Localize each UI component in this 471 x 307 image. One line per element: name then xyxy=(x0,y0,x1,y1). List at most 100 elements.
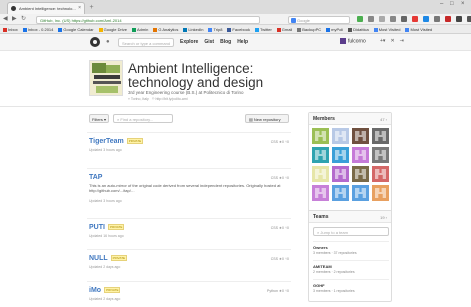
bookmark-item[interactable]: Trip8 xyxy=(208,27,222,32)
bookmark-icon xyxy=(348,27,353,32)
members-count[interactable]: 47 › xyxy=(380,117,387,122)
repo-name[interactable]: iMo PRIVATE xyxy=(89,287,121,294)
member-avatar[interactable] xyxy=(312,128,329,144)
member-avatar[interactable] xyxy=(332,185,349,201)
member-avatar[interactable] xyxy=(372,128,389,144)
browser-tab[interactable]: Ambient Intelligence: technolo... × xyxy=(7,2,85,14)
google-icon xyxy=(291,18,296,23)
repo-name[interactable]: TigerTeam PRIVATE xyxy=(89,138,144,145)
repo-icon[interactable]: ● xyxy=(106,39,110,45)
reload-icon[interactable]: ↻ xyxy=(21,15,26,24)
repo-updated: Updated 2 days ago xyxy=(89,297,121,301)
bookmark-star-icon[interactable] xyxy=(368,16,374,22)
reading-list-icon[interactable] xyxy=(379,16,385,22)
repo-item: TigerTeam PRIVATE CSS ★0 ⑂0 Updated 3 hou… xyxy=(87,132,291,156)
bookmark-item[interactable]: Most Visited xyxy=(405,27,432,32)
member-avatar[interactable] xyxy=(352,185,369,201)
team-item[interactable]: AMITEAM 2 members · 2 repositories xyxy=(313,260,389,274)
repo-item: PUTI PRIVATE CSS ★0 ⑂0 Updated 16 hours a… xyxy=(87,218,291,242)
private-badge: PRIVATE xyxy=(104,287,121,294)
member-avatar[interactable] xyxy=(352,166,369,182)
home-icon[interactable] xyxy=(401,16,407,22)
toolbar-icons xyxy=(357,16,471,22)
member-grid xyxy=(312,128,390,201)
member-avatar[interactable] xyxy=(372,185,389,201)
menu-icon[interactable] xyxy=(456,16,462,22)
member-avatar[interactable] xyxy=(352,128,369,144)
bookmark-item[interactable]: myPoli xyxy=(326,27,343,32)
back-icon[interactable]: ◀ xyxy=(3,15,8,24)
org-url[interactable]: http://bit.ly/polito-ami xyxy=(155,97,187,101)
bookmark-icon xyxy=(227,27,232,32)
member-avatar[interactable] xyxy=(372,166,389,182)
filters-button[interactable]: Filters ▾ xyxy=(89,114,109,123)
bookmark-item[interactable]: Admin xyxy=(131,27,148,32)
bookmark-item[interactable]: Inbox - 0.2014 xyxy=(22,27,53,32)
repo-name[interactable]: PUTI PRIVATE xyxy=(89,224,125,231)
bookmark-item[interactable]: Gmail xyxy=(276,27,292,32)
nav-help[interactable]: Help xyxy=(237,39,248,45)
nav-gist[interactable]: Gist xyxy=(204,39,214,45)
bookmark-item[interactable]: Facebook xyxy=(227,27,250,32)
repo-updated: Updated 2 days ago xyxy=(89,265,121,269)
member-avatar[interactable] xyxy=(312,185,329,201)
new-tab-button[interactable]: + xyxy=(87,3,96,12)
repo-item: iMo PRIVATE Python ★0 ⑂0 Updated 2 days a… xyxy=(87,281,291,305)
repo-stats: CSS ★0 ⑂0 xyxy=(270,226,289,230)
member-avatar[interactable] xyxy=(372,147,389,163)
member-avatar[interactable] xyxy=(352,147,369,163)
bookmark-item[interactable]: Twitter xyxy=(255,27,272,32)
teams-count[interactable]: 19 › xyxy=(380,215,387,220)
url-field[interactable]: GitHub, Inc. (US) https://github.com/AmI… xyxy=(36,16,260,24)
github-header: ● Search or type a command Explore Gist … xyxy=(0,34,471,51)
github-search-input[interactable]: Search or type a command xyxy=(118,38,174,47)
bookmark-item[interactable]: Google Drive xyxy=(98,27,127,32)
minimize-icon[interactable]: – xyxy=(440,1,443,7)
team-item[interactable]: Owners 3 members · 37 repositories xyxy=(313,241,389,255)
github-favicon-icon xyxy=(11,6,16,11)
menu-icon[interactable] xyxy=(434,16,440,22)
member-avatar[interactable] xyxy=(312,147,329,163)
downloads-icon[interactable] xyxy=(390,16,396,22)
nav-blog[interactable]: Blog xyxy=(220,39,231,45)
github-logo-icon[interactable] xyxy=(90,37,100,47)
addon-icon[interactable] xyxy=(412,16,418,22)
addon-icon[interactable] xyxy=(445,16,451,22)
bookmark-item[interactable]: G Analytics xyxy=(153,27,178,32)
bookmark-item[interactable]: Google Calendar xyxy=(58,27,94,32)
nav-explore[interactable]: Explore xyxy=(180,39,198,45)
bookmark-item[interactable]: BackupPC xyxy=(297,27,321,32)
member-avatar[interactable] xyxy=(332,147,349,163)
addon-icon[interactable] xyxy=(423,16,429,22)
bookmark-item[interactable]: Most Visited xyxy=(373,27,400,32)
forward-icon[interactable]: ▶ xyxy=(12,15,17,24)
extension-icon[interactable] xyxy=(357,16,363,22)
org-location: Torino, Italy xyxy=(130,97,149,101)
bookmark-item[interactable]: Didattica xyxy=(348,27,369,32)
repo-name[interactable]: NULL PRIVATE xyxy=(89,255,128,262)
repo-item: NULL PRIVATE CSS ★0 ⑂0 Updated 2 days ago xyxy=(87,249,291,273)
bookmark-item[interactable]: Inbox xyxy=(3,27,18,32)
close-tab-icon[interactable]: × xyxy=(78,5,81,11)
maximize-icon[interactable]: □ xyxy=(450,1,454,7)
bookmark-item[interactable]: LinkedIn xyxy=(183,27,203,32)
sign-out-icon[interactable]: ⇥ xyxy=(400,38,404,44)
bookmark-icon xyxy=(58,27,63,32)
menu-icon[interactable] xyxy=(467,16,471,22)
settings-icon[interactable]: ✕ xyxy=(390,38,394,44)
plus-icon[interactable]: +▾ xyxy=(380,38,385,44)
member-avatar[interactable] xyxy=(332,166,349,182)
bookmark-icon xyxy=(22,27,27,32)
find-team-input[interactable]: ⌕ Jump to a team xyxy=(313,227,389,236)
team-item[interactable]: GGHF 3 members · 1 repositories xyxy=(313,279,389,293)
browser-search-field[interactable]: Google xyxy=(288,16,350,24)
repo-stats: CSS ★0 ⑂0 xyxy=(270,257,289,261)
close-window-icon[interactable]: × xyxy=(461,1,465,7)
member-avatar[interactable] xyxy=(312,166,329,182)
new-repository-button[interactable]: ▤ New repository xyxy=(245,114,289,123)
member-avatar[interactable] xyxy=(332,128,349,144)
user-menu[interactable]: fulcorno xyxy=(340,38,366,44)
repo-stats: Python ★0 ⑂0 xyxy=(267,289,289,293)
find-repository-input[interactable]: ⌕ Find a repository... xyxy=(113,114,173,123)
repo-name[interactable]: TAP xyxy=(89,174,102,181)
